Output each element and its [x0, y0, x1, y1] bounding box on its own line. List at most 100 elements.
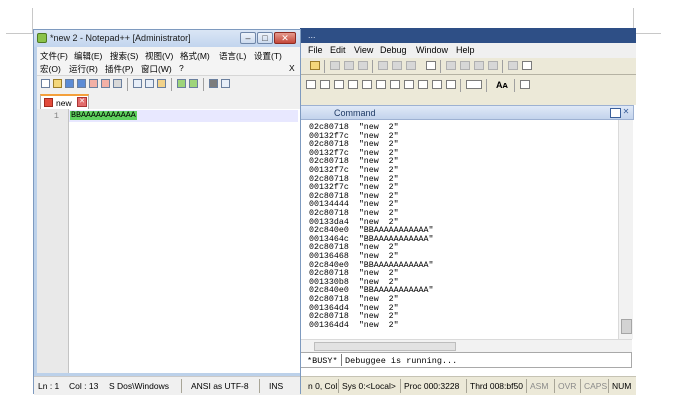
- step-into-icon[interactable]: [446, 61, 456, 70]
- save-icon[interactable]: [65, 79, 74, 88]
- scroll-thumb[interactable]: [314, 342, 456, 351]
- toolbar-separator: [460, 79, 461, 92]
- status-eol: Dos\Windows: [117, 381, 169, 391]
- registers-window-icon[interactable]: [334, 80, 344, 89]
- scroll-thumb[interactable]: [621, 319, 632, 334]
- notepad-app-icon: [37, 33, 47, 43]
- menu-file[interactable]: 文件(F): [40, 50, 68, 62]
- open-file-icon[interactable]: [310, 61, 320, 70]
- command-vertical-scrollbar[interactable]: [618, 120, 633, 339]
- hex-mode-icon[interactable]: [466, 80, 482, 89]
- copy-icon[interactable]: [344, 61, 354, 70]
- menu-help[interactable]: Help: [456, 45, 475, 55]
- processes-threads-icon[interactable]: [418, 80, 428, 89]
- editor-text[interactable]: BBAAAAAAAAAAA: [70, 111, 137, 120]
- toolbar-separator: [502, 60, 503, 73]
- open-file-icon[interactable]: [53, 79, 62, 88]
- disassembly-icon[interactable]: [376, 80, 386, 89]
- menu-macro[interactable]: 宏(O): [40, 63, 61, 75]
- status-separator: [338, 379, 339, 393]
- call-stack-icon[interactable]: [362, 80, 372, 89]
- new-file-icon[interactable]: [41, 79, 50, 88]
- command-horizontal-scrollbar[interactable]: [300, 339, 632, 352]
- menu-plugins[interactable]: 插件(P): [105, 63, 133, 75]
- maximize-button[interactable]: □: [257, 32, 273, 44]
- status-separator: [400, 379, 401, 393]
- break-icon[interactable]: [426, 61, 436, 70]
- menu-debug[interactable]: Debug: [380, 45, 407, 55]
- status-process: Proc 000:3228: [404, 381, 460, 391]
- windbg-titlebar[interactable]: ...: [300, 28, 636, 43]
- menu-window[interactable]: Window: [416, 45, 448, 55]
- page-corner-mark: [6, 33, 33, 34]
- paste-icon[interactable]: [157, 79, 166, 88]
- menu-window[interactable]: 窗口(W): [141, 63, 172, 75]
- menu-view[interactable]: 视图(V): [145, 50, 173, 62]
- status-selection: S: [109, 381, 115, 391]
- run-to-cursor-icon[interactable]: [488, 61, 498, 70]
- source-mode-icon[interactable]: [432, 80, 442, 89]
- redo-icon[interactable]: [189, 79, 198, 88]
- close-document-button[interactable]: X: [289, 63, 295, 73]
- close-button[interactable]: ✕: [274, 32, 296, 44]
- line-number: 1: [53, 111, 59, 121]
- restart-icon[interactable]: [392, 61, 402, 70]
- notepad-menubar: 文件(F) 编辑(E) 搜索(S) 视图(V) 格式(M) 语言(L) 设置(T…: [37, 47, 300, 75]
- notepad-titlebar[interactable]: *new 2 - Notepad++ [Administrator] – □ ✕: [34, 30, 300, 47]
- menu-run[interactable]: 运行(R): [69, 63, 98, 75]
- tab-new-2[interactable]: new ✕: [40, 94, 89, 109]
- menu-language[interactable]: 语言(L): [219, 50, 246, 62]
- hand-icon[interactable]: [522, 61, 532, 70]
- command-window-icon[interactable]: [404, 80, 414, 89]
- output-line: 001364d4 "new 2": [309, 321, 399, 330]
- close-icon[interactable]: ✕: [621, 107, 631, 117]
- status-separator: [466, 379, 467, 393]
- command-window-header[interactable]: Command ✕: [300, 105, 634, 120]
- cut-icon[interactable]: [133, 79, 142, 88]
- locals-window-icon[interactable]: [320, 80, 330, 89]
- status-separator: [608, 379, 609, 393]
- font-button[interactable]: Aᴀ: [496, 80, 508, 90]
- menu-edit[interactable]: 编辑(E): [74, 50, 102, 62]
- close-file-icon[interactable]: [89, 79, 98, 88]
- toolbar-separator: [324, 60, 325, 73]
- windbg-title: ...: [308, 30, 316, 40]
- minimize-button[interactable]: –: [240, 32, 256, 44]
- step-out-icon[interactable]: [474, 61, 484, 70]
- step-over-icon[interactable]: [460, 61, 470, 70]
- editor-area[interactable]: 1 BBAAAAAAAAAAA: [37, 109, 300, 373]
- output-string: "new 2": [358, 320, 399, 330]
- replace-icon[interactable]: [221, 79, 230, 88]
- command-input[interactable]: *BUSY* Debuggee is running...: [300, 352, 632, 368]
- print-icon[interactable]: [113, 79, 122, 88]
- watch-window-icon[interactable]: [306, 80, 316, 89]
- menu-edit[interactable]: Edit: [330, 45, 346, 55]
- toolbar-separator: [203, 78, 204, 91]
- menu-settings[interactable]: 设置(T): [254, 50, 282, 62]
- cut-icon[interactable]: [330, 61, 340, 70]
- find-icon[interactable]: [209, 79, 218, 88]
- menu-file[interactable]: File: [308, 45, 323, 55]
- stop-debugging-icon[interactable]: [406, 61, 416, 70]
- paste-icon[interactable]: [358, 61, 368, 70]
- dock-menu-icon[interactable]: [610, 108, 621, 118]
- save-all-icon[interactable]: [77, 79, 86, 88]
- status-asm: ASM: [530, 381, 549, 391]
- source-options-icon[interactable]: [520, 80, 530, 89]
- tab-close-icon[interactable]: ✕: [77, 97, 87, 107]
- memory-window-icon[interactable]: [348, 80, 358, 89]
- status-separator: [554, 379, 555, 393]
- undo-icon[interactable]: [177, 79, 186, 88]
- menu-format[interactable]: 格式(M): [180, 50, 210, 62]
- go-icon[interactable]: [378, 61, 388, 70]
- menu-view[interactable]: View: [354, 45, 373, 55]
- options-icon[interactable]: [446, 80, 456, 89]
- breakpoint-icon[interactable]: [508, 61, 518, 70]
- menu-help[interactable]: ?: [179, 63, 184, 73]
- windbg-dock-area: [300, 95, 636, 105]
- close-all-icon[interactable]: [101, 79, 110, 88]
- tab-label: new: [56, 98, 72, 108]
- scratch-pad-icon[interactable]: [390, 80, 400, 89]
- menu-search[interactable]: 搜索(S): [110, 50, 138, 62]
- copy-icon[interactable]: [145, 79, 154, 88]
